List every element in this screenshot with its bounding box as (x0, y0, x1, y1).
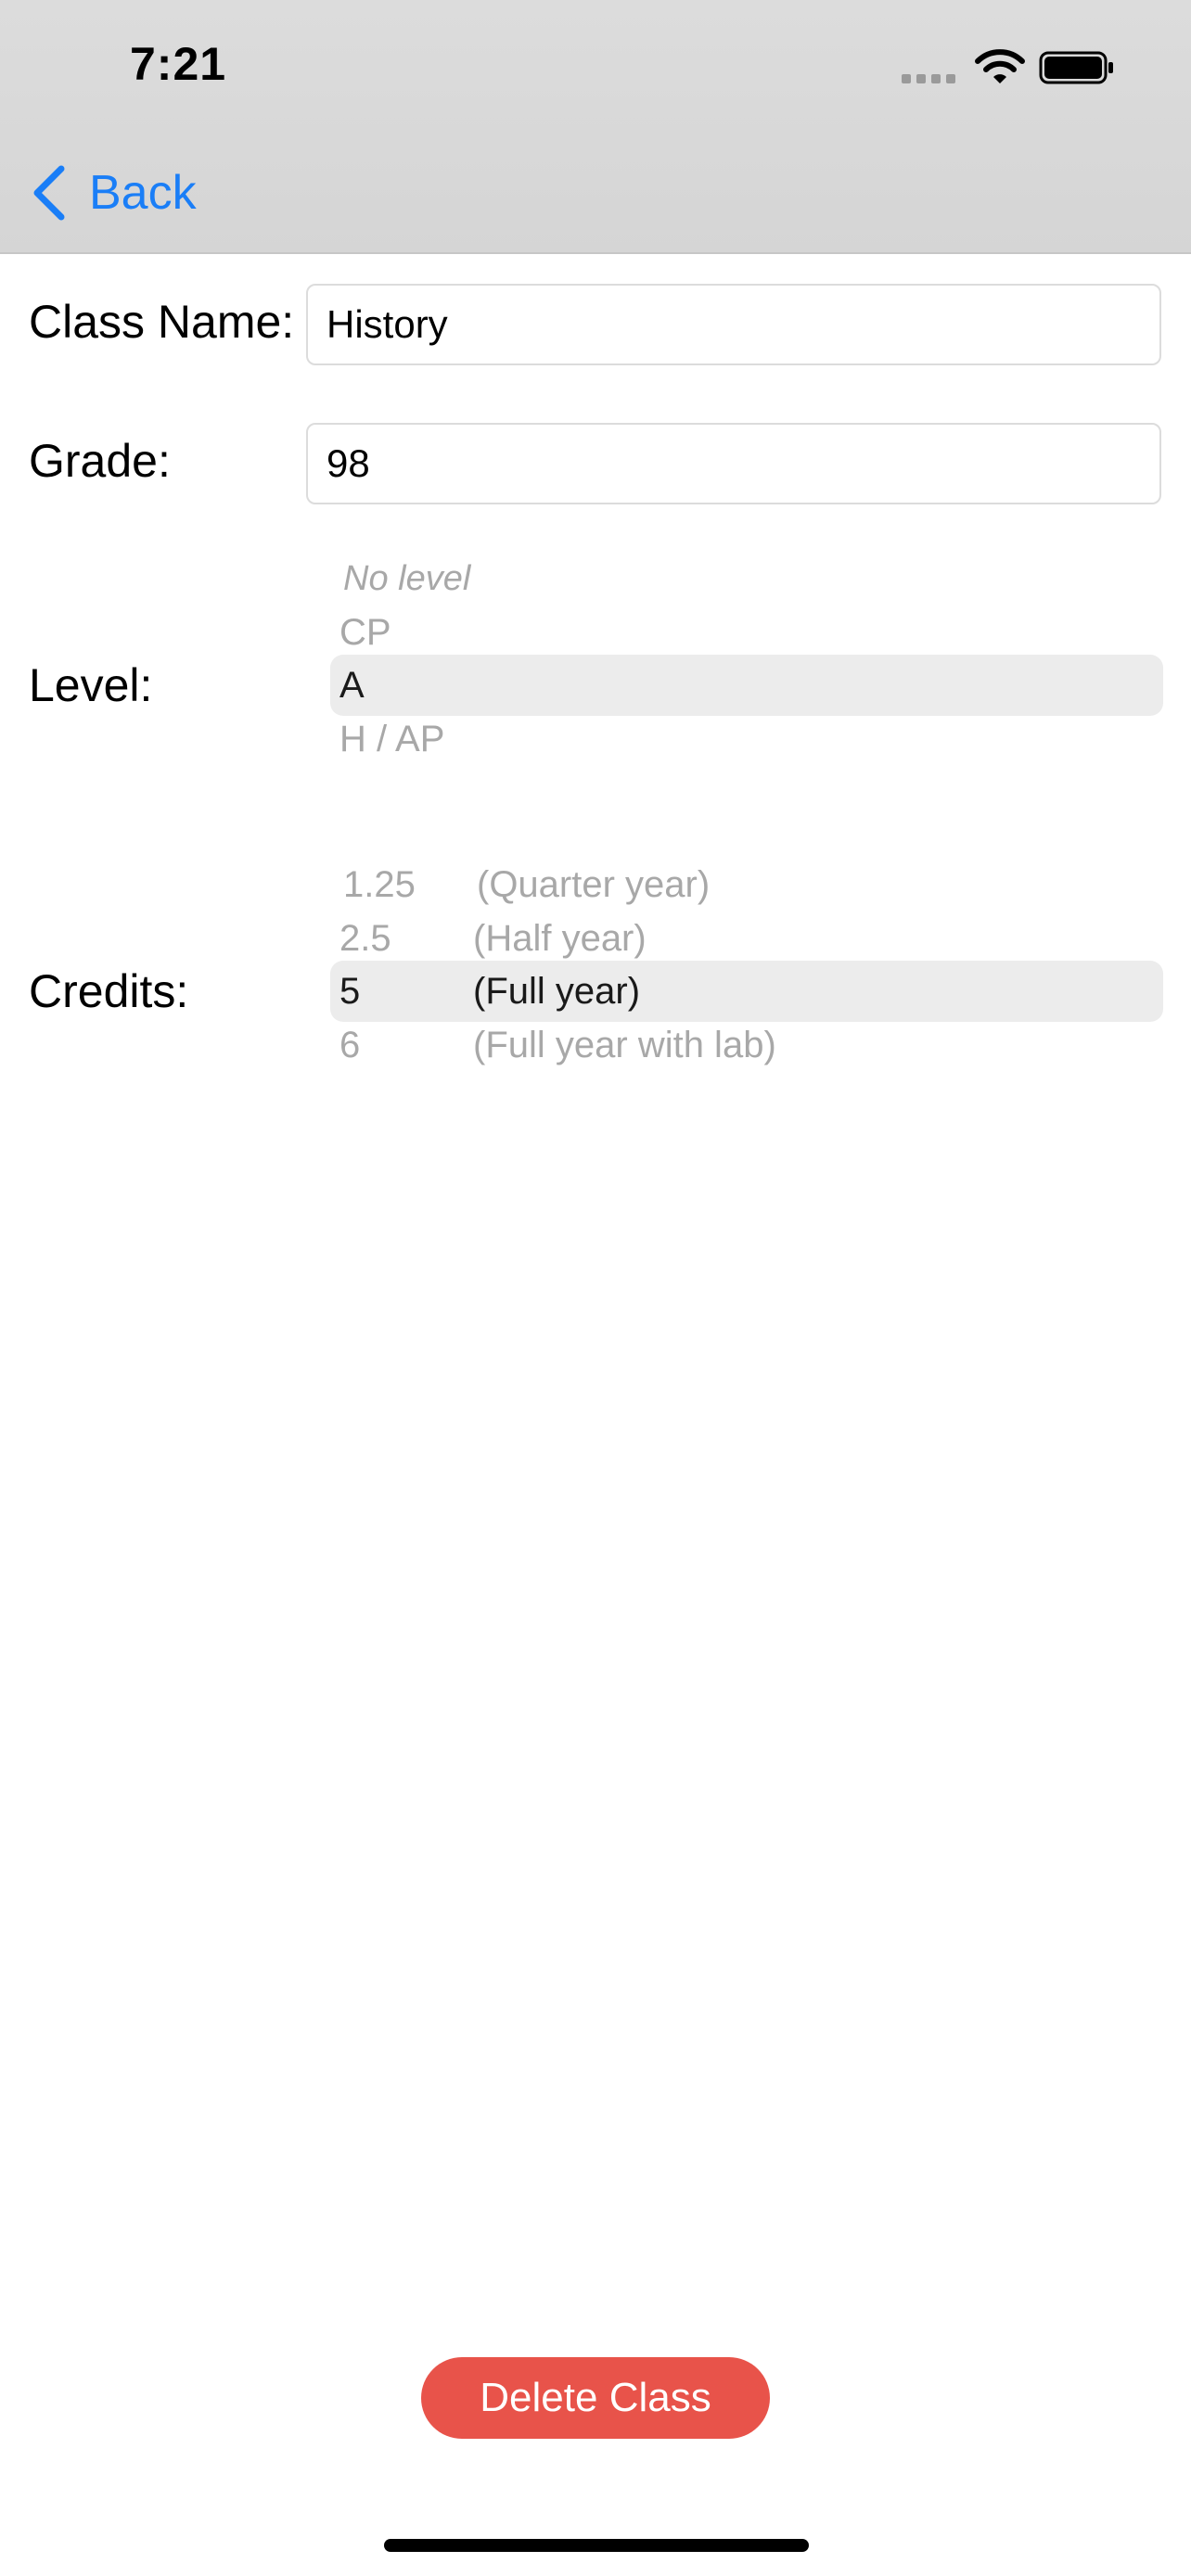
level-option-selected[interactable]: A (330, 657, 365, 713)
level-option[interactable]: No level (330, 551, 470, 606)
status-time: 7:21 (130, 38, 227, 90)
credits-option-description: (Quarter year) (477, 863, 711, 905)
grade-value: 98 (327, 441, 370, 485)
credits-option-value: 6 (339, 1024, 361, 1065)
credits-option[interactable]: 1.25 (Quarter year) (330, 857, 710, 912)
delete-class-button[interactable]: Delete Class (421, 2357, 770, 2439)
class-name-value: History (327, 302, 448, 346)
chevron-left-icon (33, 165, 65, 221)
credits-option-value: 2.5 (339, 917, 391, 959)
credits-option-selected[interactable]: 5 (Full year) (330, 963, 640, 1019)
level-option[interactable]: CP (330, 605, 391, 660)
credits-option-description: (Half year) (473, 917, 647, 959)
credits-option-description: (Full year with lab) (473, 1024, 776, 1065)
grade-label: Grade: (29, 435, 171, 487)
back-label: Back (89, 166, 197, 220)
home-indicator[interactable] (384, 2539, 809, 2552)
signal-icon (902, 74, 955, 83)
credits-picker[interactable]: 1.25 (Quarter year) 2.5 (Half year) 5 (F… (330, 857, 1163, 1079)
status-bar: 7:21 (0, 0, 1191, 139)
level-picker-selection-highlight (330, 655, 1163, 716)
credits-option-value: 5 (339, 970, 361, 1012)
credits-option[interactable]: 6 (Full year with lab) (330, 1017, 776, 1073)
class-name-input[interactable]: History (306, 284, 1161, 365)
credits-label: Credits: (29, 965, 189, 1017)
level-label: Level: (29, 659, 153, 711)
wifi-icon (975, 49, 1025, 83)
credits-option[interactable]: 2.5 (Half year) (330, 911, 647, 966)
class-name-label: Class Name: (29, 296, 295, 348)
navigation-header: 7:21 Back (0, 0, 1191, 254)
back-button[interactable]: Back (32, 159, 197, 226)
level-picker[interactable]: No level CP A H / AP (330, 551, 1163, 773)
level-option[interactable]: H / AP (330, 711, 444, 767)
grade-input[interactable]: 98 (306, 423, 1161, 504)
credits-option-value: 1.25 (343, 863, 416, 905)
credits-option-description: (Full year) (473, 970, 641, 1012)
battery-icon (1039, 51, 1113, 84)
